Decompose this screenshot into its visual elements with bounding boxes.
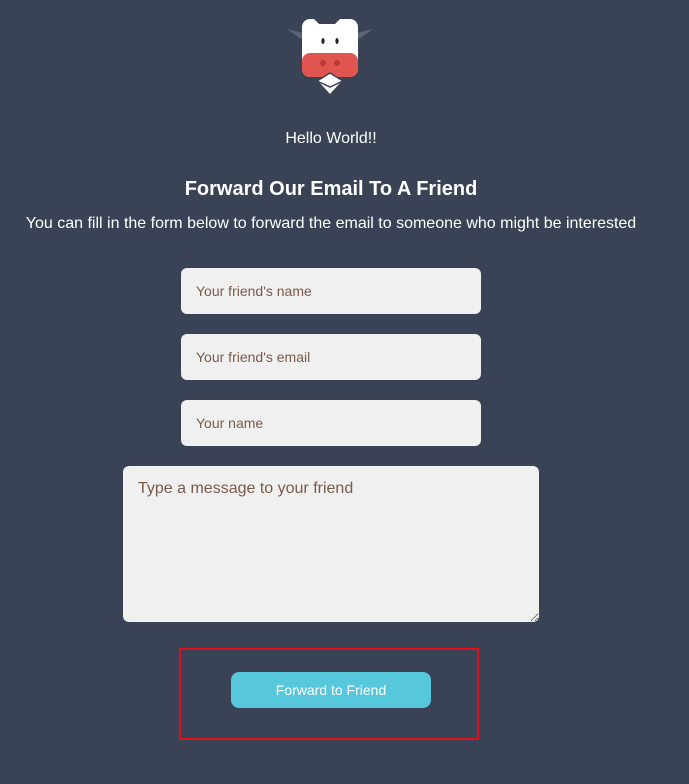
- cow-mascot-logo: [285, 15, 377, 97]
- friend-email-input[interactable]: [181, 334, 481, 380]
- page-subtitle: You can fill in the form below to forwar…: [25, 215, 637, 232]
- page-title: Forward Our Email To A Friend: [184, 178, 478, 200]
- cow-mascot-icon: [287, 19, 373, 97]
- message-textarea[interactable]: [123, 466, 539, 622]
- friend-name-input[interactable]: [181, 268, 481, 314]
- greeting-text: Hello World!!: [285, 130, 377, 147]
- forward-to-friend-button[interactable]: Forward to Friend: [231, 672, 431, 708]
- your-name-input[interactable]: [181, 400, 481, 446]
